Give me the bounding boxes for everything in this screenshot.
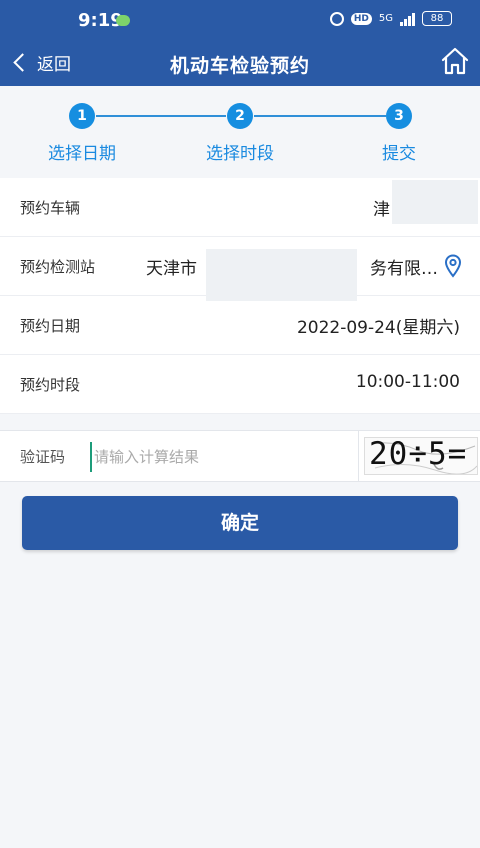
step-3-circle: 3 bbox=[386, 103, 412, 129]
captcha-image[interactable]: 20÷5= bbox=[364, 437, 478, 475]
date-row: 预约日期 2022-09-24(星期六) bbox=[0, 296, 480, 355]
station-row[interactable]: 预约检测站 天津市 务有限… bbox=[0, 237, 480, 301]
status-bar: 9:19 HD 5G 88 bbox=[0, 0, 480, 40]
step-1-circle: 1 bbox=[69, 103, 95, 129]
captcha-label: 验证码 bbox=[20, 448, 66, 466]
battery-icon: 88 bbox=[422, 11, 452, 26]
step-connector bbox=[254, 115, 386, 117]
time-slot-row: 预约时段 10:00-11:00 bbox=[0, 355, 480, 414]
network-type: 5G bbox=[378, 13, 393, 24]
station-value-prefix: 天津市 bbox=[146, 259, 197, 279]
status-indicators: HD 5G 88 bbox=[329, 11, 452, 26]
wechat-icon bbox=[116, 15, 130, 26]
location-pin-icon[interactable] bbox=[444, 254, 462, 278]
captcha-input[interactable] bbox=[90, 442, 356, 472]
alarm-icon bbox=[329, 11, 344, 26]
time-slot-label: 预约时段 bbox=[20, 376, 81, 394]
vehicle-value: 津 bbox=[373, 200, 390, 220]
captcha-row: 验证码 20÷5= bbox=[0, 430, 480, 482]
home-icon[interactable] bbox=[440, 46, 470, 76]
captcha-text: 20÷5= bbox=[369, 437, 468, 472]
nav-bar: 返回 机动车检验预约 bbox=[0, 40, 480, 86]
step-connector bbox=[96, 115, 226, 117]
redacted-area bbox=[392, 180, 478, 224]
step-3-label: 提交 bbox=[382, 144, 416, 164]
step-1-label: 选择日期 bbox=[48, 144, 116, 164]
date-label: 预约日期 bbox=[20, 317, 81, 335]
step-indicator: 1 选择日期 2 选择时段 3 提交 bbox=[0, 86, 480, 178]
vehicle-row: 预约车辆 津 bbox=[0, 178, 480, 237]
step-2-label: 选择时段 bbox=[206, 144, 274, 164]
hd-badge: HD bbox=[350, 12, 372, 25]
time-slot-value: 10:00-11:00 bbox=[355, 372, 460, 392]
redacted-area bbox=[206, 249, 357, 301]
date-value: 2022-09-24(星期六) bbox=[296, 318, 460, 338]
vehicle-label: 预约车辆 bbox=[20, 199, 81, 217]
appointment-form: 预约车辆 津 预约检测站 天津市 务有限… 预约日期 2022-09-24(星期… bbox=[0, 178, 480, 414]
divider bbox=[358, 431, 359, 481]
signal-icon bbox=[400, 12, 415, 26]
page-title: 机动车检验预约 bbox=[169, 55, 310, 77]
station-value-suffix: 务有限… bbox=[370, 259, 438, 279]
station-label: 预约检测站 bbox=[20, 258, 96, 276]
confirm-button[interactable]: 确定 bbox=[22, 496, 458, 550]
step-2-circle: 2 bbox=[227, 103, 253, 129]
